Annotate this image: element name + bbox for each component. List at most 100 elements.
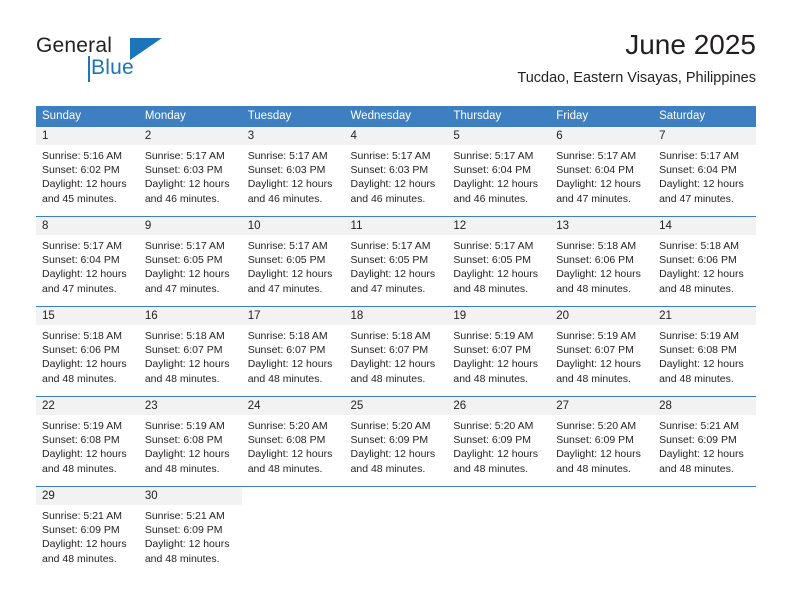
sunset-text: Sunset: 6:09 PM <box>556 434 634 447</box>
calendar-week-row: 22 Sunrise: 5:19 AM Sunset: 6:08 PM Dayligh… <box>36 396 756 487</box>
sunrise-text: Sunrise: 5:20 AM <box>350 420 431 432</box>
calendar-day-cell[interactable]: 18 Sunrise: 5:18 AM Sunset: 6:07 PM Dayligh… <box>344 306 448 397</box>
day-number: 5 <box>447 127 551 145</box>
calendar-day-cell[interactable]: 16 Sunrise: 5:18 AM Sunset: 6:07 PM Dayligh… <box>138 306 242 397</box>
daylight-text: Daylight: 12 hours and 46 minutes. <box>350 178 436 205</box>
sunset-text: Sunset: 6:06 PM <box>659 254 737 267</box>
day-cell-inner: 15 Sunrise: 5:18 AM Sunset: 6:06 PM Dayligh… <box>36 307 139 396</box>
sunset-text: Sunset: 6:05 PM <box>350 254 429 267</box>
day-info: Sunrise: 5:19 AM Sunset: 6:07 PM Daylight:… <box>447 325 550 386</box>
calendar-day-cell[interactable]: 5 Sunrise: 5:17 AM Sunset: 6:04 PM Daylight… <box>447 126 551 217</box>
day-number: 3 <box>241 127 345 145</box>
day-info: Sunrise: 5:18 AM Sunset: 6:07 PM Daylight:… <box>345 325 448 386</box>
calendar-day-cell[interactable]: 11 Sunrise: 5:17 AM Sunset: 6:05 PM Dayligh… <box>344 216 448 307</box>
calendar-day-cell[interactable]: 19 Sunrise: 5:19 AM Sunset: 6:07 PM Dayligh… <box>447 306 551 397</box>
day-info: Sunrise: 5:17 AM Sunset: 6:05 PM Daylight:… <box>139 235 242 296</box>
calendar-day-cell-empty <box>550 486 654 576</box>
day-cell-inner: 3 Sunrise: 5:17 AM Sunset: 6:03 PM Daylight… <box>241 127 345 216</box>
calendar-day-cell[interactable]: 12 Sunrise: 5:17 AM Sunset: 6:05 PM Dayligh… <box>447 216 551 307</box>
day-info: Sunrise: 5:21 AM Sunset: 6:09 PM Daylight:… <box>139 505 242 566</box>
day-number: 30 <box>138 487 242 505</box>
sunrise-text: Sunrise: 5:17 AM <box>453 240 534 252</box>
sunset-text: Sunset: 6:04 PM <box>556 164 634 177</box>
calendar-day-cell[interactable]: 7 Sunrise: 5:17 AM Sunset: 6:04 PM Daylight… <box>653 126 756 217</box>
calendar-day-cell[interactable]: 10 Sunrise: 5:17 AM Sunset: 6:05 PM Dayligh… <box>241 216 345 307</box>
sunrise-text: Sunrise: 5:21 AM <box>42 510 122 522</box>
sunrise-text: Sunrise: 5:17 AM <box>144 150 225 162</box>
day-cell-inner <box>344 487 448 576</box>
sunrise-text: Sunrise: 5:18 AM <box>247 330 328 342</box>
calendar-day-cell[interactable]: 20 Sunrise: 5:19 AM Sunset: 6:07 PM Dayligh… <box>550 306 654 397</box>
day-info: Sunrise: 5:18 AM Sunset: 6:06 PM Daylight:… <box>550 235 653 296</box>
weekday-header-sunday: Sunday <box>36 106 139 127</box>
calendar-day-cell[interactable]: 1 Sunrise: 5:16 AM Sunset: 6:02 PM Daylight… <box>36 126 139 217</box>
day-cell-inner <box>447 487 551 576</box>
day-cell-inner: 7 Sunrise: 5:17 AM Sunset: 6:04 PM Daylight… <box>653 127 756 216</box>
calendar-day-cell[interactable]: 25 Sunrise: 5:20 AM Sunset: 6:09 PM Dayligh… <box>344 396 448 487</box>
day-number: 15 <box>36 307 139 325</box>
day-number: 26 <box>447 397 551 415</box>
day-info: Sunrise: 5:18 AM Sunset: 6:07 PM Daylight:… <box>139 325 242 386</box>
calendar-day-cell[interactable]: 22 Sunrise: 5:19 AM Sunset: 6:08 PM Dayligh… <box>36 396 139 487</box>
generalblue-logo[interactable]: General Blue <box>36 34 166 82</box>
day-info: Sunrise: 5:20 AM Sunset: 6:09 PM Daylight:… <box>550 415 653 476</box>
calendar-day-cell[interactable]: 13 Sunrise: 5:18 AM Sunset: 6:06 PM Dayligh… <box>550 216 654 307</box>
day-cell-inner: 11 Sunrise: 5:17 AM Sunset: 6:05 PM Dayligh… <box>344 217 448 306</box>
triangle-icon <box>130 38 162 60</box>
daylight-text: Daylight: 12 hours and 45 minutes. <box>42 178 127 205</box>
calendar-day-cell[interactable]: 29 Sunrise: 5:21 AM Sunset: 6:09 PM Dayligh… <box>36 486 139 576</box>
calendar-day-cell[interactable]: 15 Sunrise: 5:18 AM Sunset: 6:06 PM Dayligh… <box>36 306 139 397</box>
day-info: Sunrise: 5:20 AM Sunset: 6:08 PM Daylight:… <box>242 415 345 476</box>
calendar-day-cell[interactable]: 9 Sunrise: 5:17 AM Sunset: 6:05 PM Daylight… <box>138 216 242 307</box>
calendar-day-cell[interactable]: 8 Sunrise: 5:17 AM Sunset: 6:04 PM Daylight… <box>36 216 139 307</box>
day-cell-inner <box>550 487 654 576</box>
calendar-day-cell[interactable]: 28 Sunrise: 5:21 AM Sunset: 6:09 PM Dayligh… <box>653 396 756 487</box>
calendar-day-cell[interactable]: 3 Sunrise: 5:17 AM Sunset: 6:03 PM Daylight… <box>241 126 345 217</box>
day-info <box>550 505 653 509</box>
sunset-text: Sunset: 6:09 PM <box>42 524 120 537</box>
calendar-day-cell[interactable]: 23 Sunrise: 5:19 AM Sunset: 6:08 PM Dayligh… <box>138 396 242 487</box>
day-number: 24 <box>241 397 345 415</box>
day-info: Sunrise: 5:19 AM Sunset: 6:07 PM Daylight:… <box>550 325 653 386</box>
calendar-day-cell[interactable]: 4 Sunrise: 5:17 AM Sunset: 6:03 PM Daylight… <box>344 126 448 217</box>
calendar-day-cell[interactable]: 21 Sunrise: 5:19 AM Sunset: 6:08 PM Dayligh… <box>653 306 756 397</box>
daylight-text: Daylight: 12 hours and 48 minutes. <box>453 448 539 475</box>
daylight-text: Daylight: 12 hours and 48 minutes. <box>247 448 333 475</box>
day-number: 27 <box>550 397 654 415</box>
day-number: 8 <box>36 217 139 235</box>
calendar-page: General Blue June 2025 Tucdao, Eastern V… <box>0 0 792 612</box>
day-number: 18 <box>344 307 448 325</box>
day-number: 21 <box>653 307 756 325</box>
sunrise-text: Sunrise: 5:21 AM <box>144 510 225 522</box>
day-info: Sunrise: 5:20 AM Sunset: 6:09 PM Daylight:… <box>447 415 550 476</box>
calendar-day-cell[interactable]: 6 Sunrise: 5:17 AM Sunset: 6:04 PM Daylight… <box>550 126 654 217</box>
calendar-day-cell[interactable]: 27 Sunrise: 5:20 AM Sunset: 6:09 PM Dayligh… <box>550 396 654 487</box>
sunset-text: Sunset: 6:04 PM <box>453 164 532 177</box>
calendar-week-row: 29 Sunrise: 5:21 AM Sunset: 6:09 PM Dayligh… <box>36 486 756 576</box>
day-info: Sunrise: 5:17 AM Sunset: 6:04 PM Daylight:… <box>550 145 653 206</box>
calendar-week-row: 1 Sunrise: 5:16 AM Sunset: 6:02 PM Daylight… <box>36 126 756 217</box>
sunset-text: Sunset: 6:06 PM <box>556 254 634 267</box>
calendar-day-cell[interactable]: 2 Sunrise: 5:17 AM Sunset: 6:03 PM Daylight… <box>138 126 242 217</box>
daylight-text: Daylight: 12 hours and 48 minutes. <box>144 538 230 565</box>
calendar-day-cell[interactable]: 17 Sunrise: 5:18 AM Sunset: 6:07 PM Dayligh… <box>241 306 345 397</box>
sunrise-text: Sunrise: 5:18 AM <box>144 330 225 342</box>
sunrise-text: Sunrise: 5:18 AM <box>556 240 637 252</box>
day-cell-inner: 9 Sunrise: 5:17 AM Sunset: 6:05 PM Daylight… <box>138 217 242 306</box>
logo-divider-bar <box>88 56 90 82</box>
calendar-body: 1 Sunrise: 5:16 AM Sunset: 6:02 PM Daylight… <box>36 126 756 576</box>
day-number: 29 <box>36 487 139 505</box>
calendar-day-cell[interactable]: 26 Sunrise: 5:20 AM Sunset: 6:09 PM Dayligh… <box>447 396 551 487</box>
day-cell-inner: 21 Sunrise: 5:19 AM Sunset: 6:08 PM Dayligh… <box>653 307 756 396</box>
calendar-day-cell[interactable]: 24 Sunrise: 5:20 AM Sunset: 6:08 PM Dayligh… <box>241 396 345 487</box>
sunset-text: Sunset: 6:02 PM <box>42 164 120 177</box>
day-cell-inner: 22 Sunrise: 5:19 AM Sunset: 6:08 PM Dayligh… <box>36 397 139 486</box>
day-number <box>344 487 448 505</box>
calendar-day-cell[interactable]: 14 Sunrise: 5:18 AM Sunset: 6:06 PM Dayligh… <box>653 216 756 307</box>
logo-text-blue: Blue <box>91 56 134 79</box>
sunset-text: Sunset: 6:04 PM <box>42 254 120 267</box>
weekday-header-wednesday: Wednesday <box>344 106 448 127</box>
calendar-day-cell[interactable]: 30 Sunrise: 5:21 AM Sunset: 6:09 PM Dayligh… <box>138 486 242 576</box>
sunrise-text: Sunrise: 5:18 AM <box>659 240 740 252</box>
day-number: 22 <box>36 397 139 415</box>
